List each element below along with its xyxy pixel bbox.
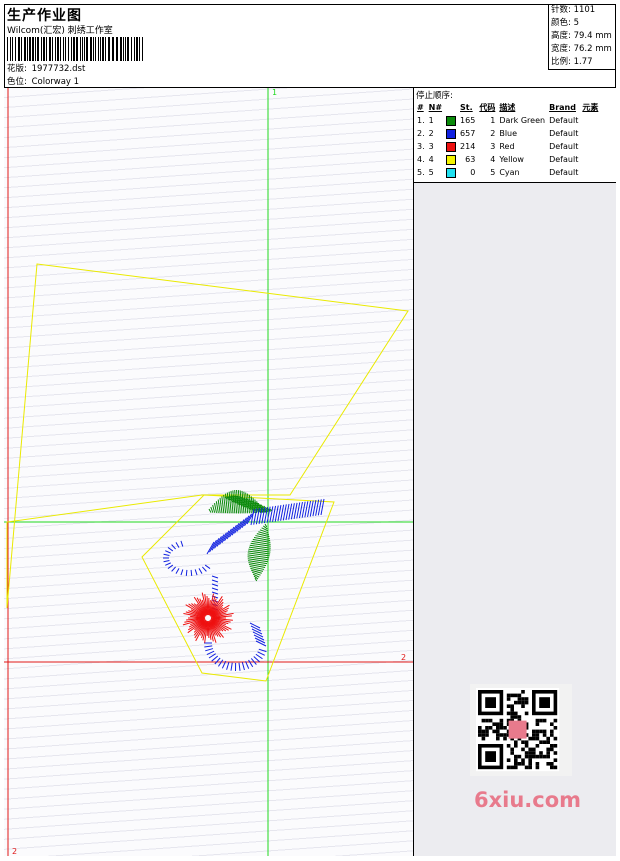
color-swatch — [446, 167, 457, 178]
row-brand: Default — [549, 116, 579, 125]
colorway-value: Colorway 1 — [31, 77, 80, 87]
col-stitches: St. — [460, 103, 473, 112]
col-index: # — [417, 103, 424, 112]
stop-sequence-title: 停止顺序: — [416, 91, 453, 101]
row-code: 1 — [490, 116, 496, 125]
row-stitches: 0 — [470, 168, 476, 177]
table-row: 5. 5 0 5 Cyan Default — [415, 166, 600, 179]
row-stitches: 63 — [465, 155, 476, 164]
watermark-text: 6xiu.com — [474, 788, 582, 812]
row-element — [580, 140, 600, 153]
color-swatch — [446, 115, 457, 126]
barcode — [7, 37, 143, 61]
row-element — [580, 127, 600, 140]
row-n: 1 — [428, 116, 434, 125]
row-n: 4 — [428, 155, 434, 164]
row-n: 5 — [428, 168, 434, 177]
table-row: 1. 1 165 1 Dark Green Default — [415, 114, 600, 127]
stat-scale: 比例: 1.77 — [551, 57, 593, 67]
row-brand: Default — [549, 155, 579, 164]
row-stitches: 657 — [460, 129, 476, 138]
stat-colors: 颜色: 5 — [551, 18, 579, 28]
color-swatch — [446, 141, 457, 152]
red-flower-stitches — [182, 592, 234, 643]
row-swatch — [444, 114, 458, 127]
row-element — [580, 114, 600, 127]
row-code: 5 — [490, 168, 496, 177]
row-index: 3. — [417, 142, 425, 151]
table-row: 3. 3 214 3 Red Default — [415, 140, 600, 153]
yellow-outline-small — [141, 494, 335, 682]
row-brand: Default — [549, 129, 579, 138]
row-element — [580, 166, 600, 179]
green-leaf-stitches — [208, 489, 273, 582]
stop-sequence-legend: 停止顺序: # N# St. 代码 描述 Brand 元素 1. 1 165 1 Dar… — [414, 88, 616, 183]
table-header-row: # N# St. 代码 描述 Brand 元素 — [415, 101, 600, 114]
col-element: 元素 — [582, 103, 599, 112]
row-index: 5. — [417, 168, 425, 177]
col-brand: Brand — [549, 103, 576, 112]
axis-label-top: 1 — [272, 88, 278, 97]
stat-stitches: 针数: 1101 — [551, 5, 596, 15]
row-brand: Default — [549, 142, 579, 151]
color-swatch — [446, 128, 457, 139]
design-canvas: 1 2 2 — [4, 88, 414, 856]
row-index: 2. — [417, 129, 425, 138]
col-code: 代码 — [479, 103, 496, 112]
design-drawing — [4, 88, 413, 856]
col-n: N# — [428, 103, 443, 112]
row-description: Dark Green — [499, 116, 546, 125]
colorway-label: 色位: — [7, 77, 27, 87]
company-name: Wilcom(汇宏) 刺绣工作室 — [7, 26, 113, 36]
axis-label-right: 2 — [401, 653, 407, 662]
table-row: 4. 4 63 4 Yellow Default — [415, 153, 600, 166]
color-swatch — [446, 154, 457, 165]
row-description: Blue — [499, 129, 518, 138]
row-swatch — [444, 166, 458, 179]
axis-label-bottom: 2 — [12, 847, 18, 856]
row-swatch — [444, 127, 458, 140]
table-row: 2. 2 657 2 Blue Default — [415, 127, 600, 140]
row-description: Yellow — [499, 155, 524, 164]
row-index: 1. — [417, 116, 425, 125]
row-n: 2 — [428, 129, 434, 138]
design-label: 花版: — [7, 64, 27, 74]
yellow-outline-large — [6, 263, 409, 609]
row-index: 4. — [417, 155, 425, 164]
design-info: 花版: 1977732.dst — [7, 62, 85, 74]
row-code: 4 — [490, 155, 496, 164]
stat-height: 高度: 79.4 mm — [551, 31, 612, 41]
design-value: 1977732.dst — [31, 64, 86, 74]
row-n: 3 — [428, 142, 434, 151]
page-title: 生产作业图 — [7, 8, 82, 24]
stats-box: 针数: 1101 颜色: 5 高度: 79.4 mm 宽度: 76.2 mm 比… — [548, 4, 616, 70]
row-description: Red — [499, 142, 515, 151]
row-swatch — [444, 140, 458, 153]
qr-code-graphic — [476, 688, 560, 772]
stop-sequence-table: # N# St. 代码 描述 Brand 元素 1. 1 165 1 Dark Gree… — [415, 101, 600, 179]
row-element — [580, 153, 600, 166]
row-description: Cyan — [499, 168, 520, 177]
side-panel: 停止顺序: # N# St. 代码 描述 Brand 元素 1. 1 165 1 Dar… — [414, 88, 616, 856]
row-code: 2 — [490, 129, 496, 138]
row-stitches: 214 — [460, 142, 476, 151]
col-swatch — [444, 101, 458, 114]
qr-code — [470, 684, 572, 776]
row-brand: Default — [549, 168, 579, 177]
stat-width: 宽度: 76.2 mm — [551, 44, 612, 54]
header: 生产作业图 Wilcom(汇宏) 刺绣工作室 花版: 1977732.dst 色… — [4, 4, 616, 88]
colorway-info: 色位: Colorway 1 — [7, 75, 79, 87]
col-description: 描述 — [499, 103, 516, 112]
row-stitches: 165 — [460, 116, 476, 125]
row-code: 3 — [490, 142, 496, 151]
row-swatch — [444, 153, 458, 166]
